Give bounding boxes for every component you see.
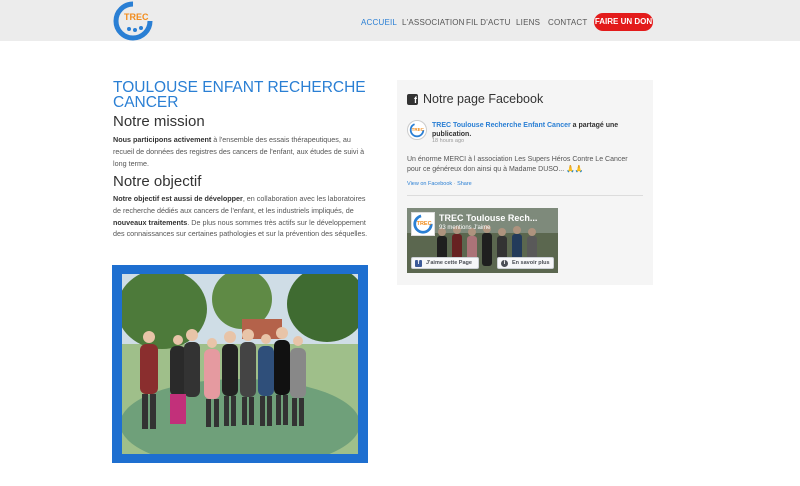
- facebook-heading: Notre page Facebook: [423, 92, 544, 106]
- view-on-facebook-link[interactable]: View on Facebook: [407, 181, 452, 187]
- svg-text:TREC: TREC: [412, 127, 425, 132]
- info-icon: i: [501, 260, 508, 267]
- mission-heading: Notre mission: [113, 113, 205, 130]
- post-title: TREC Toulouse Recherche Enfant Cancer a …: [432, 121, 637, 139]
- facebook-icon: f: [407, 93, 418, 105]
- nav-accueil[interactable]: ACCUEIL: [361, 18, 397, 27]
- post-page-link[interactable]: TREC Toulouse Recherche Enfant Cancer: [432, 122, 571, 129]
- mission-paragraph: Nous participons activement à l'ensemble…: [113, 134, 371, 169]
- card-likes-count: 93 mentions J'aime: [439, 225, 491, 231]
- learn-more-button[interactable]: i En savoir plus: [497, 257, 554, 269]
- team-photo: [122, 274, 358, 454]
- nav-contact[interactable]: CONTACT: [548, 18, 587, 27]
- mission-bold: Nous participons activement: [113, 135, 212, 144]
- facebook-page-card[interactable]: TREC TREC Toulouse Rech... 93 mentions J…: [407, 208, 558, 273]
- svg-text:TREC: TREC: [124, 12, 149, 22]
- nav-liens[interactable]: LIENS: [516, 18, 540, 27]
- team-photo-frame: [112, 265, 368, 463]
- share-link[interactable]: Share: [457, 181, 472, 187]
- page-title: TOULOUSE ENFANT RECHERCHE CANCER: [113, 79, 366, 111]
- site-header: TREC ACCUEIL L'ASSOCIATION FIL D'ACTU LI…: [0, 0, 800, 41]
- trec-logo[interactable]: TREC: [113, 1, 153, 41]
- objectif-paragraph: Notre objectif est aussi de développer, …: [113, 193, 371, 240]
- post-time[interactable]: 18 hours ago: [432, 138, 464, 144]
- link-separator: ·: [453, 181, 456, 187]
- card-page-logo[interactable]: TREC: [411, 212, 435, 236]
- objectif-bold-1: Notre objectif est aussi de développer: [113, 194, 243, 203]
- post-text: Un énorme MERCI à l association Les Supe…: [407, 156, 628, 173]
- nav-fil-actu[interactable]: FIL D'ACTU: [466, 18, 511, 27]
- facebook-like-icon: f: [415, 260, 422, 267]
- divider: [407, 195, 643, 196]
- svg-text:TREC: TREC: [417, 221, 432, 227]
- facebook-widget-header: f Notre page Facebook: [407, 92, 543, 106]
- post-links: View on Facebook · Share: [407, 181, 472, 187]
- donate-button[interactable]: FAIRE UN DON: [594, 13, 653, 31]
- learn-more-label: En savoir plus: [512, 260, 550, 266]
- facebook-widget: f Notre page Facebook TREC TREC Toulouse…: [397, 80, 653, 285]
- page-avatar[interactable]: TREC: [407, 120, 427, 140]
- like-page-button[interactable]: f J'aime cette Page: [411, 257, 479, 269]
- nav-association[interactable]: L'ASSOCIATION: [402, 18, 465, 27]
- objectif-bold-2: nouveaux traitements: [113, 217, 188, 227]
- card-page-name[interactable]: TREC Toulouse Rech...: [439, 213, 537, 223]
- like-page-label: J'aime cette Page: [426, 260, 472, 266]
- objectif-heading: Notre objectif: [113, 173, 202, 190]
